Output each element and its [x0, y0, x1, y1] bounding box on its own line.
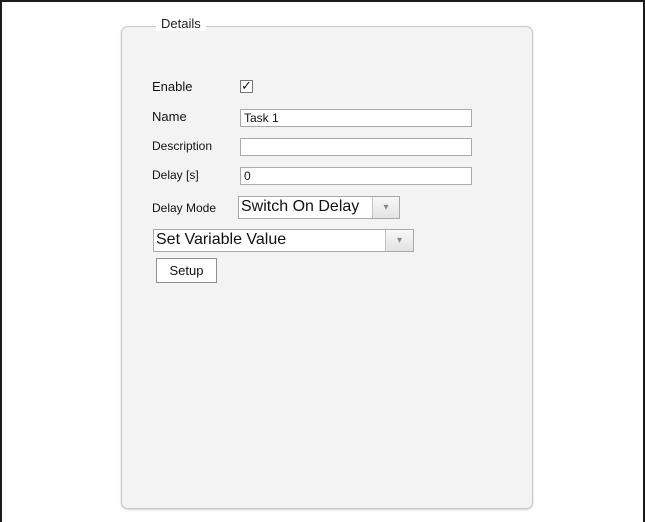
description-label: Description [152, 139, 213, 153]
details-group-title: Details [156, 16, 206, 31]
name-field[interactable] [240, 109, 472, 127]
delay-mode-label: Delay Mode [152, 201, 217, 215]
action-select[interactable]: Set Variable Value ▾ [153, 229, 414, 252]
description-field[interactable] [240, 138, 472, 156]
action-value: Set Variable Value [156, 231, 287, 248]
chevron-down-icon[interactable]: ▾ [385, 230, 413, 251]
chevron-down-icon[interactable]: ▾ [372, 197, 399, 218]
enable-checkbox[interactable]: ✓ [240, 80, 253, 93]
delay-mode-value: Switch On Delay [241, 198, 360, 215]
setup-button[interactable]: Setup [156, 258, 217, 283]
enable-label: Enable [152, 79, 193, 94]
delay-mode-select[interactable]: Switch On Delay ▾ [238, 196, 400, 219]
name-label: Name [152, 109, 187, 124]
delay-label: Delay [s] [152, 168, 199, 182]
delay-field[interactable] [240, 167, 472, 185]
